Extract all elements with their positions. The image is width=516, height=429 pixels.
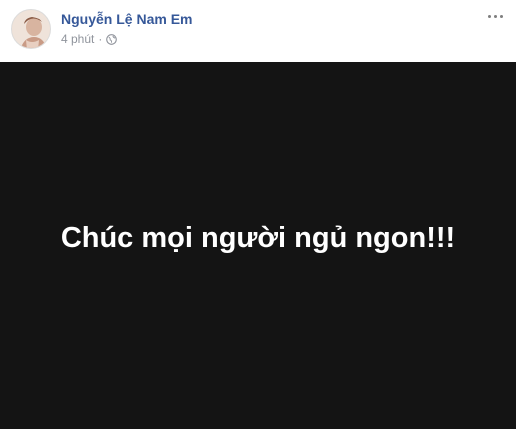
more-options-icon[interactable]: [486, 9, 504, 23]
post-meta: 4 phút ·: [61, 32, 118, 46]
status-background-card: Chúc mọi người ngủ ngon!!!: [0, 62, 516, 429]
post-header: Nguyễn Lệ Nam Em 4 phút ·: [0, 0, 516, 62]
author-avatar[interactable]: [11, 9, 51, 49]
globe-icon[interactable]: [106, 33, 118, 45]
meta-separator: ·: [98, 32, 103, 46]
post-timestamp[interactable]: 4 phút: [61, 32, 94, 46]
author-name[interactable]: Nguyễn Lệ Nam Em: [61, 11, 192, 27]
status-text: Chúc mọi người ngủ ngon!!!: [60, 222, 456, 254]
